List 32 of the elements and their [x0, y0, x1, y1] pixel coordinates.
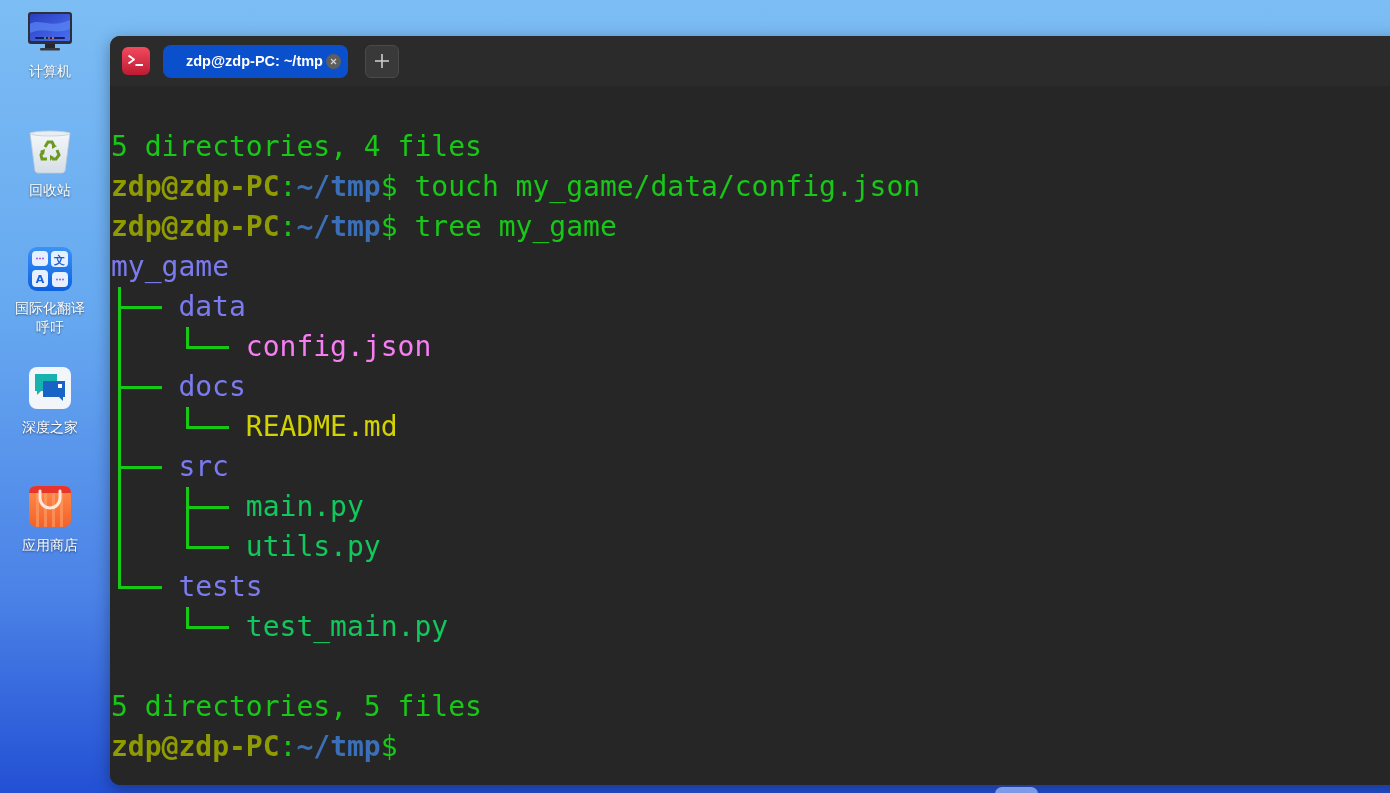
- trash-bin-icon[interactable]: [27, 127, 73, 174]
- shopping-bag-icon[interactable]: [27, 483, 73, 529]
- output-line: 5 directories, 4 files: [111, 129, 482, 165]
- file-name: README.md: [245, 409, 398, 445]
- tree-connector: [185, 407, 229, 429]
- file-name: config.json: [245, 329, 432, 365]
- directory-name: docs: [178, 369, 246, 405]
- directory-name: src: [178, 449, 229, 485]
- file-name: main.py: [245, 489, 364, 525]
- file-name: utils.py: [245, 529, 381, 565]
- plus-icon: [375, 54, 389, 68]
- tree-connector: [185, 607, 229, 629]
- prompt-line: zdp@zdp-PC:~/tmp$ tree my_game: [111, 209, 617, 245]
- directory-name: data: [178, 289, 246, 325]
- prompt-line: zdp@zdp-PC:~/tmp$ touch my_game/data/config.json: [111, 169, 921, 205]
- desktop-icon-label[interactable]: 计算机: [12, 62, 88, 81]
- directory-name: tests: [178, 569, 263, 605]
- file-name: test_main.py: [245, 609, 449, 645]
- output-line: 5 directories, 5 files: [111, 689, 482, 725]
- directory-name: my_game: [111, 249, 229, 285]
- prompt-line: zdp@zdp-PC:~/tmp$: [111, 729, 398, 765]
- desktop-icon-label[interactable]: 回收站: [12, 180, 88, 200]
- terminal-icon[interactable]: [122, 47, 150, 75]
- tree-connector: [185, 327, 229, 349]
- desktop-icon-label[interactable]: 应用商店: [12, 536, 88, 555]
- close-icon[interactable]: [326, 53, 341, 69]
- chat-bubbles-icon[interactable]: [27, 364, 73, 411]
- terminal-tab[interactable]: zdp@zdp-PC: ~/tmp: [163, 44, 348, 78]
- new-tab-button[interactable]: [365, 44, 399, 78]
- desktop-icon-label[interactable]: 深度之家: [12, 417, 88, 437]
- translate-icon[interactable]: 文 A: [27, 246, 73, 292]
- desktop-icon-label[interactable]: 国际化翻译呼吁: [12, 299, 88, 337]
